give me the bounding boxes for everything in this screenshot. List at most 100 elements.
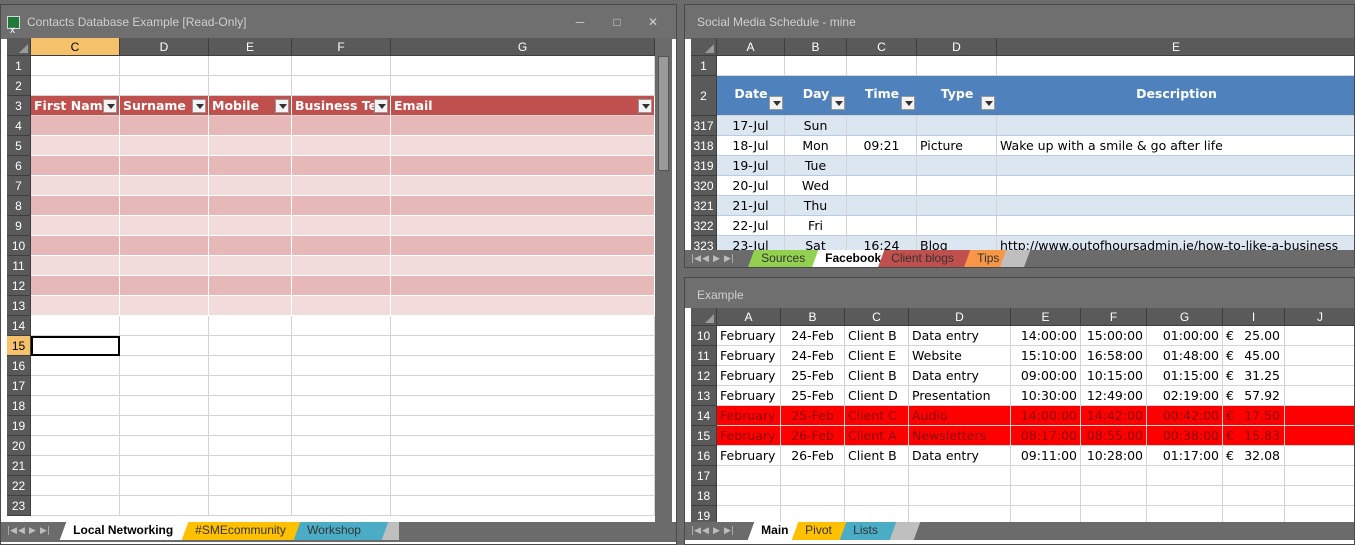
grid-cell[interactable]: Surname xyxy=(120,96,209,115)
column-header[interactable]: E xyxy=(997,38,1354,56)
grid-cell[interactable] xyxy=(909,486,1011,505)
grid-cell[interactable]: February xyxy=(717,326,781,345)
grid-cell[interactable] xyxy=(292,456,391,475)
row-header[interactable]: 7 xyxy=(7,176,31,196)
tab-nav-icon[interactable]: |◀ xyxy=(7,526,17,536)
grid-cell[interactable] xyxy=(292,76,391,95)
row-header[interactable]: 6 xyxy=(7,156,31,176)
grid-cell[interactable] xyxy=(391,176,655,195)
grid-cell[interactable] xyxy=(781,486,845,505)
grid-cell[interactable] xyxy=(391,136,655,155)
filter-dropdown-icon[interactable] xyxy=(275,99,289,113)
grid-cell[interactable] xyxy=(120,316,209,335)
grid-cell[interactable]: Business Tel xyxy=(292,96,391,115)
grid-cell[interactable] xyxy=(1285,326,1354,345)
grid-cell[interactable] xyxy=(717,506,781,522)
grid-cell[interactable]: http://www.outofhoursadmin.ie/how-to-lik… xyxy=(997,236,1354,250)
row-header[interactable]: 318 xyxy=(691,136,717,156)
minimize-icon[interactable]: ─ xyxy=(573,15,587,29)
row-header[interactable]: 12 xyxy=(691,366,717,386)
grid-cell[interactable] xyxy=(1147,466,1223,485)
grid-cell[interactable] xyxy=(209,496,292,515)
grid-cell[interactable] xyxy=(120,176,209,195)
tab-nav-icon[interactable]: ▶| xyxy=(40,526,50,536)
grid-cell[interactable] xyxy=(391,296,655,315)
grid-cell[interactable]: February xyxy=(717,426,781,445)
grid-cell[interactable] xyxy=(120,56,209,75)
grid-cell[interactable] xyxy=(292,376,391,395)
grid-cell[interactable]: Time xyxy=(847,76,917,115)
grid-cell[interactable]: February xyxy=(717,366,781,385)
grid-cell[interactable] xyxy=(391,356,655,375)
grid-cell[interactable] xyxy=(1285,506,1354,522)
column-header[interactable]: A xyxy=(717,308,781,326)
grid-cell[interactable] xyxy=(209,316,292,335)
grid-cell[interactable] xyxy=(845,506,909,522)
grid-cell[interactable] xyxy=(391,476,655,495)
grid-cell[interactable] xyxy=(31,196,120,215)
column-header[interactable]: G xyxy=(1147,308,1223,326)
grid-cell[interactable] xyxy=(845,486,909,505)
grid-cell[interactable]: Tue xyxy=(785,156,847,175)
grid-cell[interactable]: Description xyxy=(997,76,1354,115)
grid-cell[interactable] xyxy=(31,76,120,95)
grid-cell[interactable] xyxy=(31,416,120,435)
grid-cell[interactable] xyxy=(391,336,655,355)
column-header[interactable]: C xyxy=(845,308,909,326)
grid-cell[interactable]: Client B xyxy=(845,446,909,465)
grid-cell[interactable] xyxy=(120,376,209,395)
grid-cell[interactable]: 14:00:00 xyxy=(1011,406,1081,425)
grid-cell[interactable]: Wake up with a smile & go after life xyxy=(997,136,1354,155)
scroll-thumb[interactable] xyxy=(658,56,669,171)
grid-cell[interactable] xyxy=(31,136,120,155)
column-header[interactable]: E xyxy=(209,38,292,56)
grid-cell[interactable]: Newsletters xyxy=(909,426,1011,445)
grid-cell[interactable] xyxy=(847,156,917,175)
column-header[interactable]: C xyxy=(31,38,120,56)
grid-cell[interactable]: Client B xyxy=(845,326,909,345)
new-sheet-icon[interactable] xyxy=(889,522,921,540)
row-header[interactable]: 19 xyxy=(7,416,31,436)
grid-cell[interactable] xyxy=(292,496,391,515)
column-header[interactable]: E xyxy=(1011,308,1081,326)
grid-cell[interactable] xyxy=(847,116,917,135)
row-header[interactable]: 18 xyxy=(7,396,31,416)
column-header[interactable]: B xyxy=(785,38,847,56)
row-header[interactable]: 22 xyxy=(7,476,31,496)
grid-cell[interactable] xyxy=(209,156,292,175)
grid-cell[interactable]: 25-Feb xyxy=(781,406,845,425)
row-header[interactable]: 18 xyxy=(691,486,717,506)
grid-cell[interactable] xyxy=(209,336,292,355)
grid-cell[interactable]: 24-Feb xyxy=(781,346,845,365)
grid-cell[interactable] xyxy=(31,276,120,295)
grid-cell[interactable] xyxy=(209,356,292,375)
grid-cell[interactable]: Client B xyxy=(845,366,909,385)
grid-cell[interactable]: 01:17:00 xyxy=(1147,446,1223,465)
grid-cell[interactable] xyxy=(391,56,655,75)
sheet-tab[interactable]: Local Networking xyxy=(59,522,193,540)
grid-cell[interactable] xyxy=(31,476,120,495)
row-header[interactable]: 15 xyxy=(7,336,31,356)
row-header[interactable]: 16 xyxy=(7,356,31,376)
tab-nav-icon[interactable]: ▶ xyxy=(29,526,36,536)
row-header[interactable]: 321 xyxy=(691,196,717,216)
grid-cell[interactable] xyxy=(781,466,845,485)
grid-cell[interactable]: Client E xyxy=(845,346,909,365)
grid-cell[interactable] xyxy=(717,466,781,485)
grid-cell[interactable] xyxy=(292,136,391,155)
grid-cell[interactable] xyxy=(1285,406,1354,425)
grid-cell[interactable] xyxy=(391,496,655,515)
column-header[interactable]: D xyxy=(120,38,209,56)
tab-nav-icon[interactable]: ◀ xyxy=(702,526,709,536)
row-header[interactable]: 19 xyxy=(691,506,717,522)
grid-cell[interactable] xyxy=(209,256,292,275)
grid-cell[interactable] xyxy=(391,416,655,435)
grid-cell[interactable] xyxy=(31,356,120,375)
grid-cell[interactable] xyxy=(209,436,292,455)
tab-nav-icon[interactable]: ▶| xyxy=(724,254,734,264)
active-cell[interactable] xyxy=(31,336,120,356)
row-header[interactable]: 322 xyxy=(691,216,717,236)
grid-cell[interactable] xyxy=(909,506,1011,522)
grid-cell[interactable] xyxy=(120,456,209,475)
grid-cell[interactable] xyxy=(1081,466,1147,485)
